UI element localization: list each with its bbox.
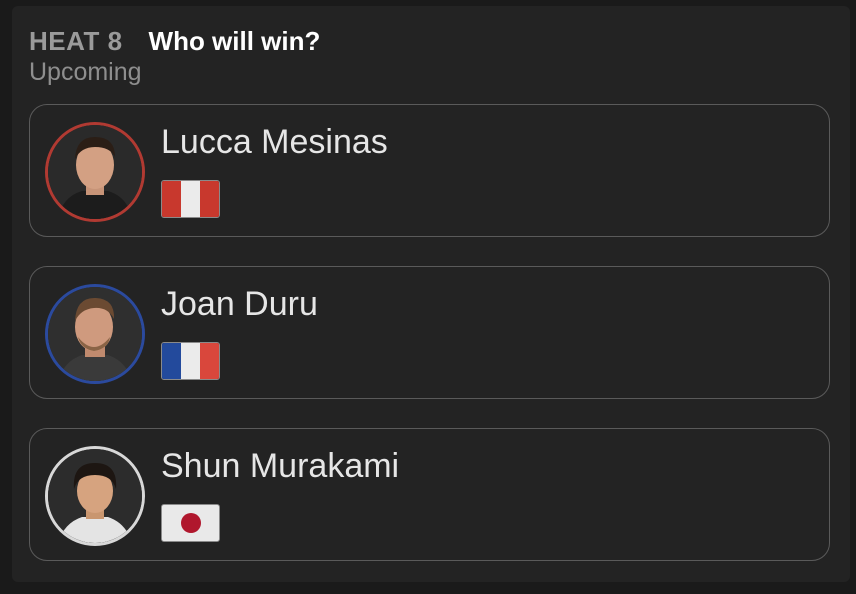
peru-flag-icon [161,180,220,218]
france-flag-icon [161,342,220,380]
heat-header: HEAT 8 Who will win? [29,26,320,57]
heat-status: Upcoming [29,58,142,86]
rider-option-lucca-mesinas[interactable]: Lucca Mesinas [29,104,830,237]
rider-photo-icon [48,287,142,381]
rider-name: Lucca Mesinas [161,123,388,161]
prediction-title: Who will win? [148,26,321,56]
rider-name: Shun Murakami [161,447,400,485]
rider-avatar [45,284,145,384]
rider-name: Joan Duru [161,285,318,323]
heat-prediction-card: HEAT 8 Who will win? Upcoming Lucca Mesi… [12,6,850,582]
rider-photo-icon [48,125,142,219]
rider-option-shun-murakami[interactable]: Shun Murakami [29,428,830,561]
japan-flag-icon [161,504,220,542]
heat-number: HEAT 8 [29,26,123,56]
rider-photo-icon [48,449,142,543]
japan-flag-disc [180,513,201,533]
rider-option-joan-duru[interactable]: Joan Duru [29,266,830,399]
rider-avatar [45,122,145,222]
rider-avatar [45,446,145,546]
